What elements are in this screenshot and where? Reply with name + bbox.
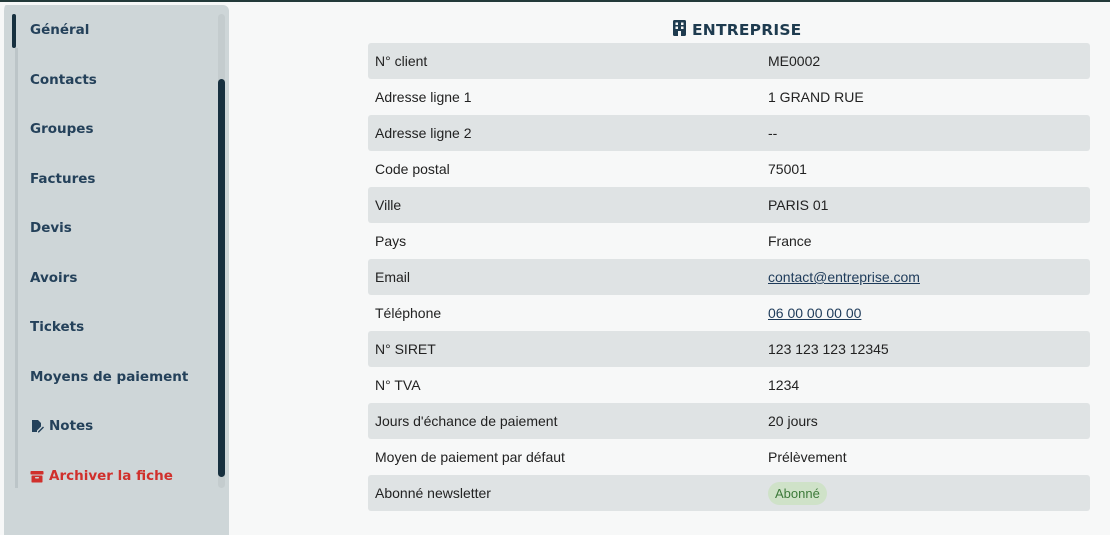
sidebar-item-label: Avoirs [30,270,78,286]
table-row: Email contact@entreprise.com [368,259,1090,295]
sidebar-item-general[interactable]: Général [30,19,89,41]
active-indicator [12,14,16,48]
row-value: France [768,233,812,249]
sidebar-item-tickets[interactable]: Tickets [30,316,84,338]
sidebar: Général Contacts Groupes Factures Devis … [0,5,229,535]
row-label: Code postal [375,161,450,177]
sidebar-item-label: Moyens de paiement [30,369,189,385]
sidebar-item-archive[interactable]: Archiver la fiche [30,465,173,487]
note-edit-icon [30,419,44,433]
status-badge: Abonné [768,481,827,505]
table-row: N° TVA 1234 [368,367,1090,403]
table-row: Jours d'échance de paiement 20 jours [368,403,1090,439]
row-value: PARIS 01 [768,197,829,213]
section-title-text: ENTREPRISE [692,21,802,39]
scrollbar-thumb[interactable] [218,79,225,477]
row-label: Moyen de paiement par défaut [375,449,565,465]
sidebar-item-label: Factures [30,171,96,187]
row-label: Téléphone [375,305,442,321]
row-value: 123 123 123 12345 [768,341,889,357]
row-label: Adresse ligne 1 [375,89,472,105]
table-row: N° client ME0002 [368,43,1090,79]
row-value: 20 jours [768,413,818,429]
sidebar-item-label: Groupes [30,121,94,137]
row-label: N° SIRET [375,341,436,357]
sidebar-rail [15,48,18,488]
row-label: Pays [375,233,407,249]
row-value: 1 GRAND RUE [768,89,864,105]
phone-link[interactable]: 06 00 00 00 00 [768,305,861,321]
table-row: Téléphone 06 00 00 00 00 [368,295,1090,331]
table-row: Pays France [368,223,1090,259]
row-label: Adresse ligne 2 [375,125,472,141]
row-label: Ville [375,197,402,213]
archive-icon [30,469,44,483]
sidebar-item-label: Archiver la fiche [49,468,173,484]
table-row: N° SIRET 123 123 123 12345 [368,331,1090,367]
sidebar-item-label: Tickets [30,319,85,335]
row-value: -- [768,125,778,141]
sidebar-item-notes[interactable]: Notes [30,415,93,437]
sidebar-item-label: Contacts [30,72,97,88]
sidebar-item-factures[interactable]: Factures [30,168,95,190]
table-row: Adresse ligne 2 -- [368,115,1090,151]
row-label: Email [375,269,411,285]
table-row: Ville PARIS 01 [368,187,1090,223]
row-value: Prélèvement [768,449,847,465]
sidebar-item-avoirs[interactable]: Avoirs [30,267,77,289]
sidebar-item-label: Notes [49,418,94,434]
sidebar-item-devis[interactable]: Devis [30,217,72,239]
row-label: Abonné newsletter [375,485,491,501]
table-row: Moyen de paiement par défaut Prélèvement [368,439,1090,475]
sidebar-item-groupes[interactable]: Groupes [30,118,93,140]
sidebar-item-label: Devis [30,220,72,236]
row-value: ME0002 [768,53,821,69]
sidebar-item-moyens-de-paiement[interactable]: Moyens de paiement [30,366,188,388]
sidebar-item-contacts[interactable]: Contacts [30,69,97,91]
row-value: 75001 [768,161,807,177]
table-row: Code postal 75001 [368,151,1090,187]
email-link[interactable]: contact@entreprise.com [768,269,920,285]
company-info-table: N° client ME0002 Adresse ligne 1 1 GRAND… [368,43,1090,511]
sidebar-item-label: Général [30,22,90,38]
row-label: Jours d'échance de paiement [375,413,558,429]
table-row: Abonné newsletter Abonné [368,475,1090,511]
row-label: N° TVA [375,377,421,393]
row-value: 1234 [768,377,800,393]
building-icon [673,20,686,40]
table-row: Adresse ligne 1 1 GRAND RUE [368,79,1090,115]
row-label: N° client [375,53,428,69]
section-title: ENTREPRISE [673,19,801,41]
